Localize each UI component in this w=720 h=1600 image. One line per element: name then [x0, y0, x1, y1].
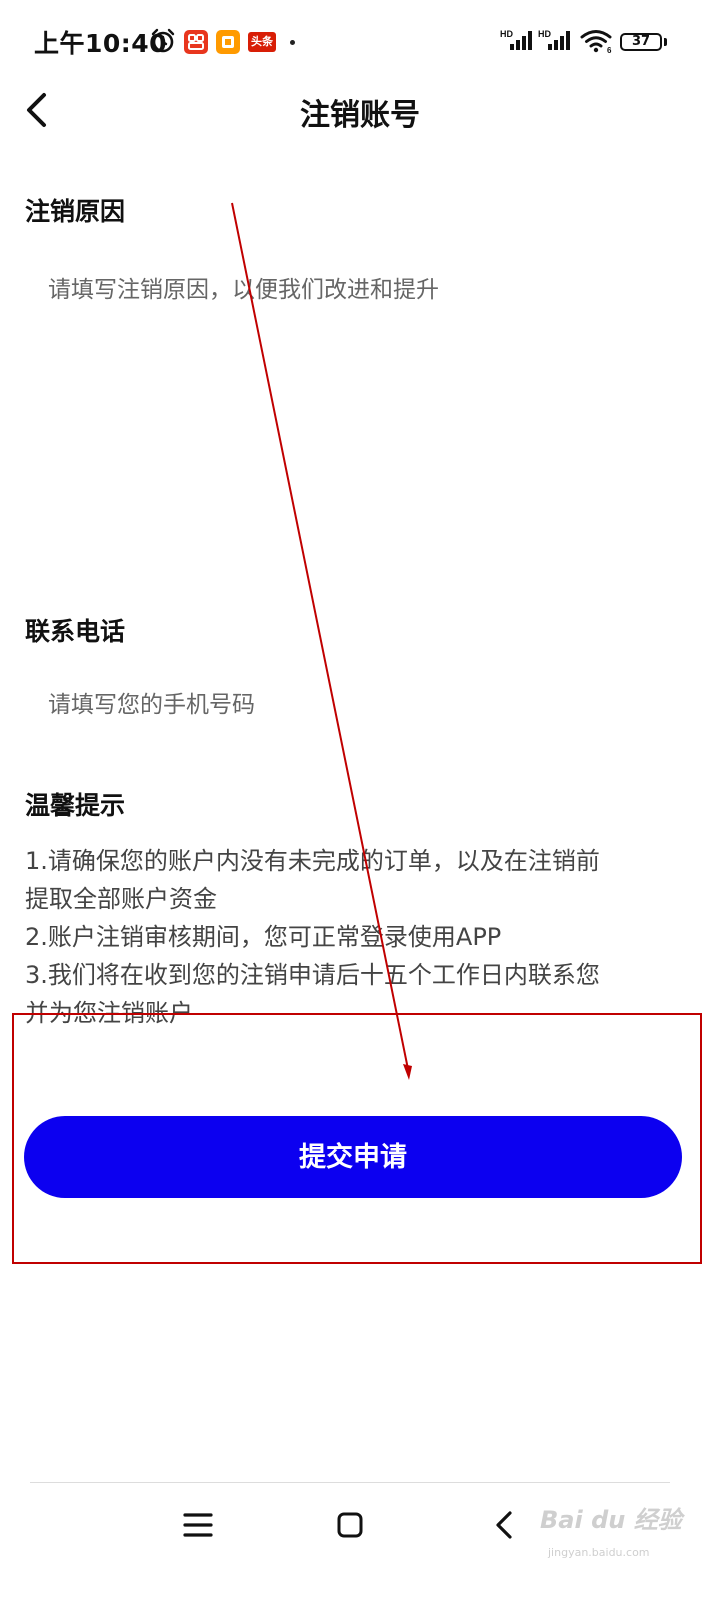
tip-line: 并为您注销账户 [25, 999, 193, 1027]
signal-hd-icon: HD [538, 28, 574, 58]
wifi-icon: 6 [580, 28, 614, 58]
app-notification-icon [184, 30, 208, 54]
menu-icon [183, 1513, 213, 1537]
tips-text: 1.请确保您的账户内没有未完成的订单，以及在注销前 提取全部账户资金 2.账户注… [25, 842, 685, 1032]
app-notification-icon [216, 30, 240, 54]
home-icon [337, 1512, 363, 1538]
home-button[interactable] [320, 1500, 380, 1550]
tip-line: 提取全部账户资金 [25, 885, 217, 913]
status-bar: 上午10:40 头条 HD HD 6 37 [0, 0, 720, 80]
nav-back-icon [496, 1511, 512, 1539]
page-title: 注销账号 [300, 98, 420, 133]
submit-button[interactable]: 提交申请 [24, 1116, 682, 1198]
tip-line: 1.请确保您的账户内没有未完成的订单，以及在注销前 [25, 847, 600, 875]
menu-button[interactable] [168, 1500, 228, 1550]
signal-hd-icon: HD [500, 28, 536, 58]
phone-label: 联系电话 [25, 617, 126, 646]
tip-line: 2.账户注销审核期间，您可正常登录使用APP [25, 923, 502, 951]
svg-text:6: 6 [607, 46, 612, 54]
reason-textarea[interactable] [22, 250, 688, 590]
header: 注销账号 [0, 80, 720, 140]
svg-text:HD: HD [538, 29, 551, 39]
tips-label: 温馨提示 [25, 791, 126, 820]
phone-input[interactable] [22, 665, 688, 745]
notification-dot [290, 40, 295, 45]
baidu-watermark-domain: jingyan.baidu.com [548, 1546, 650, 1559]
svg-text:HD: HD [500, 29, 513, 39]
baidu-watermark: Bai du 经验 [540, 1506, 682, 1534]
tip-line: 3.我们将在收到您的注销申请后十五个工作日内联系您 [25, 961, 600, 989]
alarm-icon [150, 28, 176, 58]
nav-divider [30, 1482, 670, 1483]
reason-label: 注销原因 [25, 197, 126, 226]
battery-icon: 37 [620, 33, 662, 51]
battery-tip [664, 38, 667, 46]
status-time: 上午10:40 [34, 29, 168, 58]
nav-back-button[interactable] [474, 1500, 534, 1550]
toutiao-icon: 头条 [248, 32, 276, 52]
